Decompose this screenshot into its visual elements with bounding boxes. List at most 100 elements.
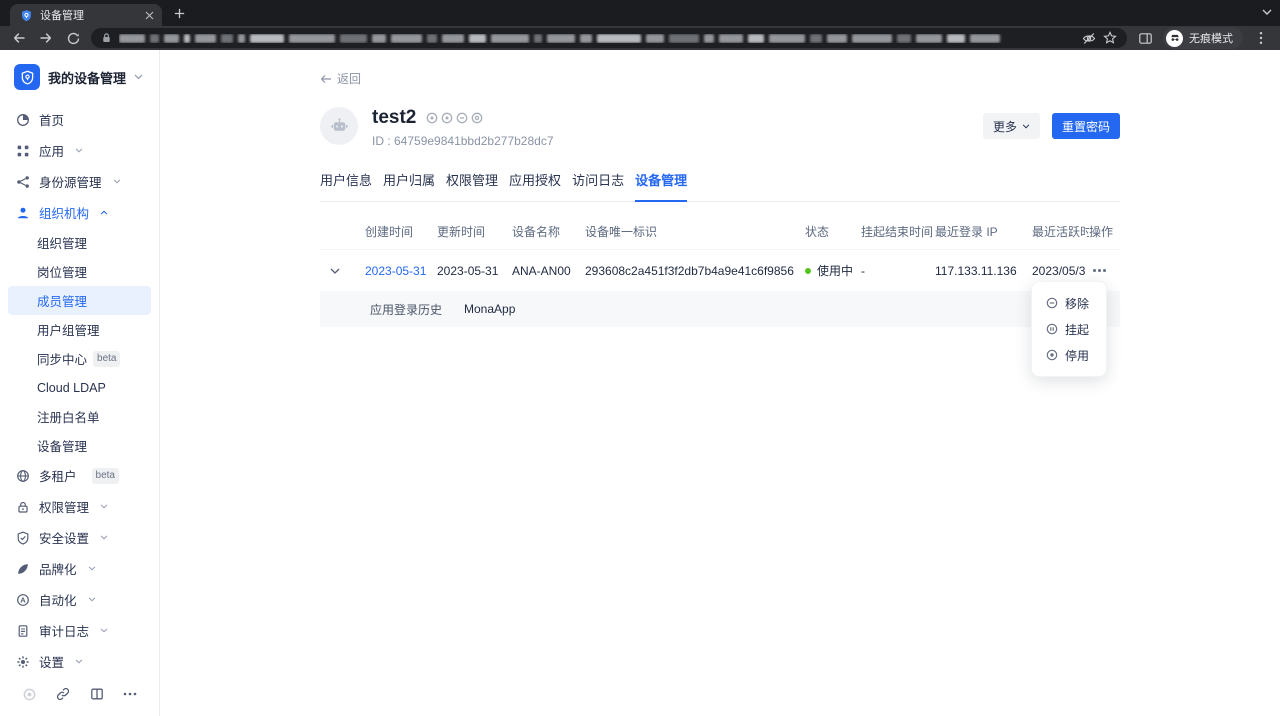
column-header: 更新时间 (437, 225, 486, 239)
column-header: 挂起结束时间 (861, 225, 934, 239)
back-link[interactable]: 返回 (320, 70, 361, 87)
avatar (320, 107, 358, 145)
tab-permission-management[interactable]: 权限管理 (446, 170, 498, 201)
sidebar-item-label: 审计日志 (39, 625, 90, 639)
gear-icon (17, 655, 29, 668)
incognito-spy-icon (1166, 29, 1183, 47)
sidebar: 我的设备管理 首页 应用 身份源管理 组织机构 组织管理 岗位管理 成员管理 用… (0, 50, 160, 716)
sidebar-item-sync-center[interactable]: 同步中心 beta (8, 344, 151, 373)
sidebar-item-security-settings[interactable]: 安全设置 (0, 522, 159, 553)
sidebar-nav: 首页 应用 身份源管理 组织机构 组织管理 岗位管理 成员管理 用户组管理 同步… (0, 100, 159, 677)
workspace-shield-icon (14, 64, 40, 90)
back-button-icon[interactable] (10, 29, 28, 47)
user-id: ID : 64759e9841bbd2b277b28dc7 (372, 134, 554, 148)
new-tab-button[interactable] (172, 6, 187, 21)
status-badge-icon (457, 112, 468, 124)
robot-icon (330, 117, 348, 131)
sidebar-item-multi-tenant[interactable]: 多租户 beta (0, 460, 159, 491)
share-icon (17, 175, 29, 188)
sidebar-item-identity-sources[interactable]: 身份源管理 (0, 166, 159, 197)
forward-button-icon[interactable] (37, 29, 55, 47)
incognito-badge: 无痕模式 (1163, 27, 1243, 49)
chevron-up-icon (100, 210, 108, 215)
device-table: 创建时间 更新时间 设备名称 设备唯一标识 状态 挂起结束时间 最近登录 IP … (320, 214, 1120, 327)
tab-app-authorization[interactable]: 应用授权 (509, 170, 561, 201)
sidebar-item-automation[interactable]: A 自动化 (0, 584, 159, 615)
device-status: 使用中 (805, 262, 861, 279)
profile-info: test2 ID : 64759e9841bbd2b277b28dc7 (372, 107, 554, 148)
login-history-app: MonaApp (464, 302, 516, 316)
tab-user-info[interactable]: 用户信息 (320, 170, 372, 201)
status-badge-icon (472, 112, 483, 124)
workspace-switcher[interactable]: 我的设备管理 (0, 50, 159, 100)
tab-favicon-shield-icon (20, 9, 33, 22)
sidebar-item-label: 用户组管理 (37, 324, 100, 338)
updated-time: 2023-05-31 (437, 263, 499, 278)
tab-close-icon[interactable] (145, 11, 154, 20)
table-header-row: 创建时间 更新时间 设备名称 设备唯一标识 状态 挂起结束时间 最近登录 IP … (320, 214, 1120, 250)
eye-slash-icon[interactable] (1082, 32, 1096, 45)
sidebar-item-label: 品牌化 (39, 563, 77, 577)
sidebar-item-home[interactable]: 首页 (0, 104, 159, 135)
side-panel-icon[interactable] (1136, 29, 1154, 47)
book-icon[interactable] (90, 687, 104, 701)
detail-tabs: 用户信息 用户归属 权限管理 应用授权 访问日志 设备管理 (320, 170, 1120, 202)
sidebar-item-label: 注册白名单 (37, 411, 100, 425)
more-icon[interactable] (123, 692, 137, 696)
sidebar-item-audit-logs[interactable]: 审计日志 (0, 615, 159, 646)
reload-button-icon[interactable] (64, 29, 82, 47)
sidebar-item-member-management[interactable]: 成员管理 (8, 286, 151, 315)
sidebar-item-org-management[interactable]: 组织管理 (8, 228, 151, 257)
more-button-label: 更多 (992, 119, 1017, 134)
status-dot (805, 267, 811, 274)
sidebar-item-organization[interactable]: 组织机构 (0, 197, 159, 228)
sidebar-item-apps[interactable]: 应用 (0, 135, 159, 166)
beta-badge: beta (93, 350, 121, 367)
browser-tabstrip: 设备管理 (0, 0, 1280, 26)
bookmark-star-icon[interactable] (1103, 31, 1117, 45)
browser-chrome: 设备管理 无痕模式 (0, 0, 1280, 50)
sidebar-item-position-management[interactable]: 岗位管理 (8, 257, 151, 286)
tab-device-management[interactable]: 设备管理 (635, 170, 688, 202)
more-button[interactable]: 更多 (982, 113, 1040, 139)
pause-circle-icon (1046, 323, 1058, 335)
sidebar-item-branding[interactable]: 品牌化 (0, 553, 159, 584)
menu-item-suspend[interactable]: 挂起 (1032, 316, 1106, 342)
column-header: 操作 (1089, 225, 1114, 239)
chevron-down-icon (100, 504, 108, 509)
sidebar-item-cloud-ldap[interactable]: Cloud LDAP (8, 373, 151, 402)
profile-actions: 更多 重置密码 (982, 113, 1120, 139)
tab-user-affiliation[interactable]: 用户归属 (383, 170, 435, 201)
sidebar-item-register-whitelist[interactable]: 注册白名单 (8, 402, 151, 431)
menu-item-label: 移除 (1065, 296, 1090, 311)
sidebar-item-label: Cloud LDAP (37, 380, 106, 395)
device-uid: 293608c2a451f3f2db7b4a9e41c6f9856 (585, 263, 794, 278)
row-expand-toggle[interactable] (320, 268, 365, 274)
address-bar[interactable] (91, 28, 1127, 48)
incognito-label: 无痕模式 (1189, 33, 1233, 45)
chevron-down-icon (75, 148, 83, 153)
menu-item-remove[interactable]: 移除 (1032, 290, 1106, 316)
menu-item-disable[interactable]: 停用 (1032, 342, 1106, 368)
sidebar-item-user-group-management[interactable]: 用户组管理 (8, 315, 151, 344)
sidebar-item-label: 权限管理 (39, 501, 90, 515)
browser-menu-icon[interactable] (1252, 29, 1270, 47)
link-icon[interactable] (56, 687, 70, 701)
chevron-down-icon (88, 597, 95, 602)
tab-search-chevron-icon[interactable] (1262, 9, 1272, 16)
row-actions-menu: 移除 挂起 停用 (1031, 281, 1107, 377)
sidebar-item-label: 多租户 (39, 470, 77, 484)
browser-tab[interactable]: 设备管理 (10, 4, 162, 26)
sidebar-item-permission-management[interactable]: 权限管理 (0, 491, 159, 522)
tab-access-logs[interactable]: 访问日志 (572, 170, 624, 201)
column-header: 设备唯一标识 (585, 225, 658, 239)
paint-leaf-icon (18, 563, 28, 574)
reset-password-label: 重置密码 (1061, 119, 1110, 134)
sidebar-item-device-management[interactable]: 设备管理 (8, 431, 151, 460)
reset-password-button[interactable]: 重置密码 (1051, 113, 1120, 139)
created-time-link[interactable]: 2023-05-31 (365, 264, 437, 278)
lock-icon (101, 32, 112, 44)
sidebar-footer (0, 672, 159, 716)
expanded-login-history-row: 应用登录历史 MonaApp (320, 291, 1120, 327)
row-actions-button[interactable] (1089, 263, 1110, 278)
